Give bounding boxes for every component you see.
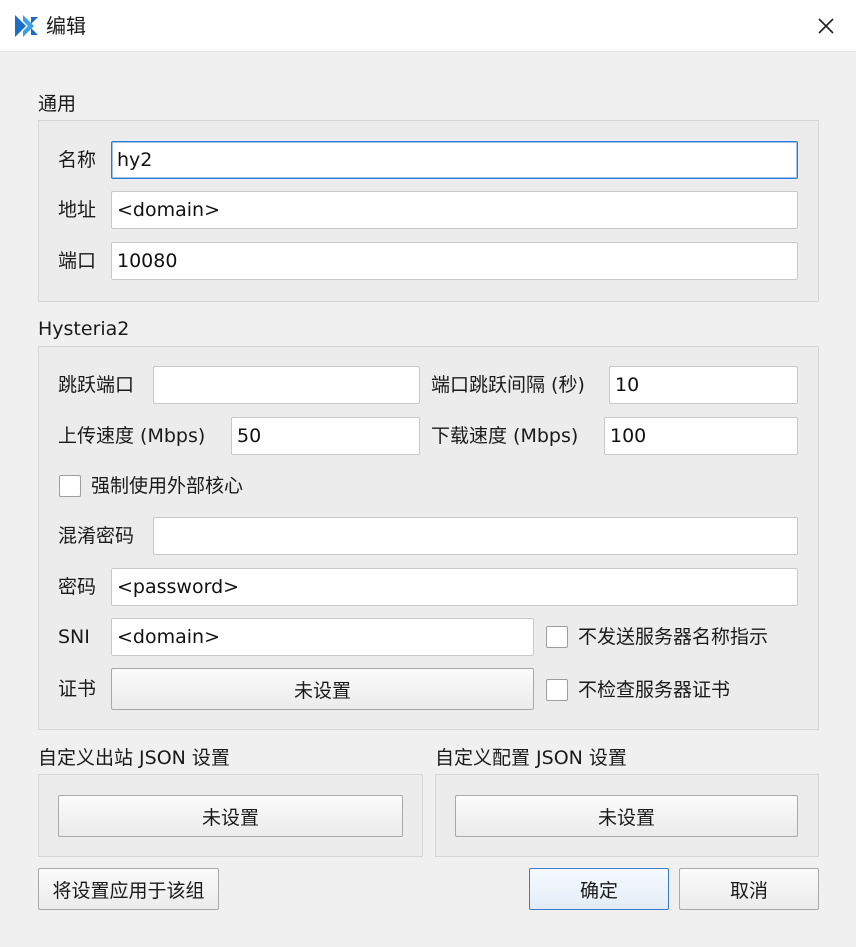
hop-port-label: 跳跃端口 [58,374,135,396]
hop-interval-label: 端口跳跃间隔 (秒) [431,374,585,396]
name-input[interactable]: hy2 [111,141,798,179]
port-input[interactable]: 10080 [111,242,798,280]
cert-label: 证书 [58,678,97,700]
skip-cert-check-checkbox[interactable] [546,679,568,701]
obfs-password-input[interactable] [153,517,798,555]
password-label: 密码 [58,576,97,598]
download-speed-input[interactable]: 100 [604,417,798,455]
obfs-password-label: 混淆密码 [58,525,135,547]
hop-port-input[interactable] [153,366,420,404]
hysteria2-section-label: Hysteria2 [38,318,130,340]
sni-label: SNI [58,626,90,648]
title-bar: 编辑 [0,0,856,52]
skip-cert-check-label: 不检查服务器证书 [578,679,731,701]
no-sni-checkbox[interactable] [546,626,568,648]
port-label: 端口 [58,250,97,272]
app-logo-icon [12,12,40,40]
cancel-button[interactable]: 取消 [679,868,819,910]
hop-interval-input[interactable]: 10 [609,366,798,404]
cert-button[interactable]: 未设置 [111,668,534,710]
upload-speed-label: 上传速度 (Mbps) [58,425,206,447]
sni-input[interactable]: <domain> [111,618,534,656]
name-label: 名称 [58,149,97,171]
download-speed-label: 下载速度 (Mbps) [431,425,579,447]
no-sni-label: 不发送服务器名称指示 [578,626,769,648]
force-external-core-label: 强制使用外部核心 [91,475,244,497]
ok-button[interactable]: 确定 [529,868,669,910]
password-input[interactable]: <password> [111,568,798,606]
address-input[interactable]: <domain> [111,191,798,229]
upload-speed-input[interactable]: 50 [231,417,420,455]
general-section-label: 通用 [38,93,77,115]
custom-config-button[interactable]: 未设置 [455,795,798,837]
address-label: 地址 [58,199,97,221]
custom-outbound-section-label: 自定义出站 JSON 设置 [38,747,230,769]
custom-outbound-button[interactable]: 未设置 [58,795,403,837]
force-external-core-checkbox[interactable] [59,475,81,497]
apply-to-group-button[interactable]: 将设置应用于该组 [38,868,219,910]
close-button[interactable] [806,6,846,46]
window-title: 编辑 [46,14,86,38]
close-icon [818,18,834,34]
custom-config-section-label: 自定义配置 JSON 设置 [435,747,627,769]
